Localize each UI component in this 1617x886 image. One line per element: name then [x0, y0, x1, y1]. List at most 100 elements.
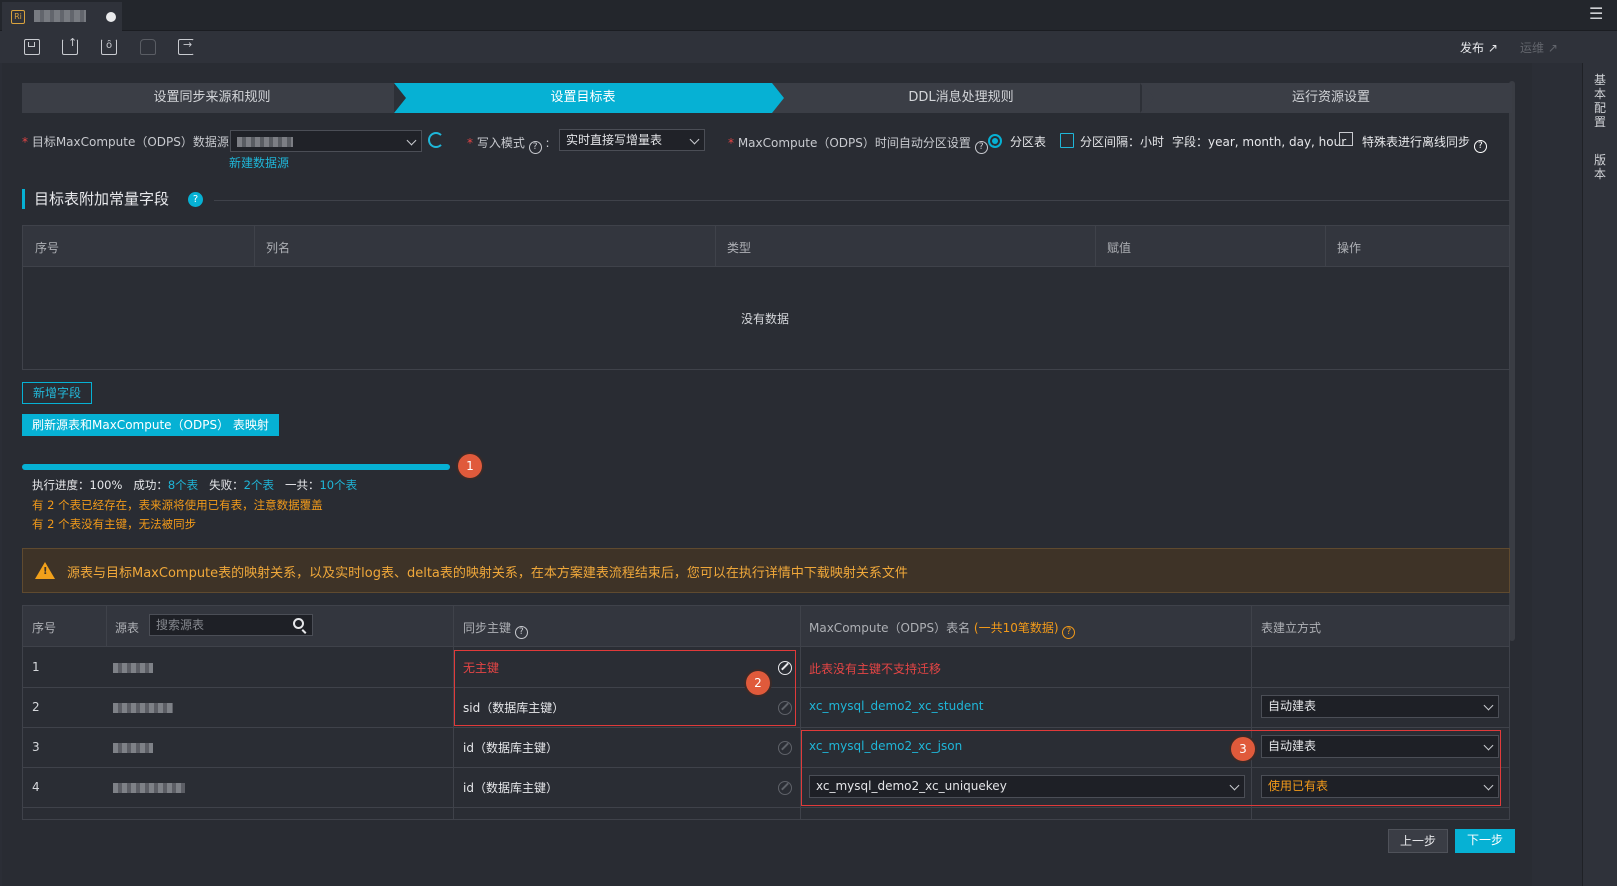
partition-fields: 字段：year, month, day, hour [1172, 135, 1347, 149]
info-alert: ! 源表与目标MaxCompute表的映射关系，以及实时log表、delta表的… [22, 548, 1510, 593]
datasource-value-blurred [237, 136, 293, 147]
col-name: 列名 [266, 241, 291, 255]
step-divider [772, 83, 784, 113]
help-icon[interactable]: ? [188, 192, 203, 207]
col-value: 赋值 [1107, 241, 1132, 255]
col-index: 序号 [32, 621, 57, 635]
save-icon[interactable] [24, 39, 40, 55]
partition-option-label: 分区表 [1010, 135, 1047, 149]
submit-icon[interactable]: ↑ [62, 36, 78, 55]
partition-label: * MaxCompute（ODPS）时间自动分区设置 ? : [728, 136, 996, 154]
success-count[interactable]: 8个表 [168, 478, 198, 492]
step-2[interactable]: 设置目标表 [394, 83, 772, 113]
const-fields-table: 序号 列名 类型 赋值 操作 没有数据 [22, 225, 1510, 370]
refresh-icon[interactable] [428, 132, 444, 148]
app-logo-icon: Ri [11, 10, 25, 24]
source-table-blurred [113, 700, 173, 714]
export-icon[interactable]: → [178, 38, 194, 55]
fail-count[interactable]: 2个表 [244, 478, 274, 492]
lock-icon [140, 39, 156, 55]
rail-basic-config[interactable]: 基本配置 [1594, 73, 1608, 129]
warning-icon: ! [35, 562, 55, 579]
chevron-down-icon [1483, 700, 1494, 711]
partition-radio[interactable] [988, 134, 1002, 148]
callout-2: 2 [746, 671, 770, 695]
chevron-down-icon [406, 135, 417, 146]
help-icon: ? [974, 141, 988, 154]
progress-bar [22, 464, 450, 470]
col-type: 类型 [727, 241, 752, 255]
special-sync-checkbox[interactable] [1339, 132, 1353, 146]
help-icon: ? [514, 626, 528, 639]
row-index: 2 [32, 700, 40, 714]
toolbar: ↑ ȏ → 发布 ↗ 运维 ↗ [0, 31, 1617, 63]
new-datasource-link[interactable]: 新建数据源 [229, 154, 289, 171]
pk-value: id（数据库主键） [463, 741, 558, 755]
step-3[interactable]: DDL消息处理规则 [772, 83, 1150, 113]
write-mode-label: * 写入模式 ? : [467, 136, 550, 154]
unsaved-dot-icon[interactable] [106, 12, 116, 22]
mapping-table: 序号 源表 搜索源表 同步主键 ? MaxCompute（ODPS）表名 (一共… [22, 605, 1510, 820]
col-source: 源表 [115, 621, 140, 635]
source-table-blurred [113, 780, 185, 794]
source-search-input[interactable]: 搜索源表 [149, 614, 313, 636]
progress-fill [22, 464, 450, 470]
target-table-link[interactable]: xc_mysql_demo2_xc_student [809, 699, 984, 713]
row-index: 3 [32, 740, 40, 754]
step-1[interactable]: 设置同步来源和规则 [22, 83, 402, 113]
source-table-blurred [113, 660, 153, 674]
warning-no-pk: 有 2 个表没有主键，无法被同步 [32, 517, 197, 531]
special-sync-label: 特殊表进行离线同步 ? [1362, 133, 1487, 153]
datasource-select[interactable] [230, 130, 422, 152]
next-button[interactable]: 下一步 [1455, 829, 1515, 853]
target-table: 此表没有主键不支持迁移 [809, 662, 942, 676]
tab-bar: Ri ☰ [0, 0, 1617, 31]
step-4[interactable]: 运行资源设置 [1150, 83, 1512, 113]
menu-icon[interactable]: ☰ [1589, 6, 1603, 22]
col-target: MaxCompute（ODPS）表名 (一共10笔数据) ? [809, 619, 1076, 639]
search-icon[interactable] [293, 618, 304, 629]
prev-button[interactable]: 上一步 [1388, 829, 1448, 853]
total-count[interactable]: 10个表 [319, 478, 357, 492]
rail-version[interactable]: 版本 [1594, 153, 1608, 181]
table-header: 序号 源表 搜索源表 同步主键 ? MaxCompute（ODPS）表名 (一共… [23, 606, 1509, 647]
col-action: 操作 [1337, 241, 1362, 255]
step-wizard: 设置同步来源和规则 设置目标表 DDL消息处理规则 运行资源设置 [22, 83, 1512, 113]
help-icon: ? [1062, 626, 1076, 639]
col-mode: 表建立方式 [1261, 621, 1322, 635]
row-index: 1 [32, 660, 40, 674]
calendar-icon[interactable] [1060, 133, 1074, 148]
source-table-blurred [113, 740, 153, 754]
download-icon[interactable]: ȏ [101, 39, 117, 55]
pk-value: id（数据库主键） [463, 781, 558, 795]
create-mode-select[interactable]: 自动建表 [1261, 695, 1499, 718]
callout-1: 1 [458, 454, 482, 478]
progress-stats: 执行进度：100% 成功：8个表 失败：2个表 一共：10个表 [32, 478, 358, 492]
callout-3: 3 [1231, 737, 1255, 761]
chevron-down-icon [689, 134, 700, 145]
file-tab[interactable]: Ri [2, 2, 122, 31]
step-divider [1142, 83, 1154, 113]
edit-icon[interactable] [778, 741, 792, 755]
row-index: 4 [32, 780, 40, 794]
col-index: 序号 [35, 241, 60, 255]
table-header: 序号 列名 类型 赋值 操作 [23, 226, 1509, 267]
write-mode-select[interactable]: 实时直接写增量表 [559, 129, 705, 151]
publish-button[interactable]: 发布 ↗ [1460, 39, 1498, 56]
refresh-mapping-button[interactable]: 刷新源表和MaxCompute（ODPS） 表映射 [22, 414, 279, 436]
edit-icon[interactable] [778, 781, 792, 795]
step-divider [394, 83, 406, 113]
col-pk: 同步主键 ? [463, 619, 528, 639]
warning-existing-tables: 有 2 个表已经存在，表来源将使用已有表，注意数据覆盖 [32, 498, 323, 512]
section-title: 目标表附加常量字段 [22, 189, 169, 209]
add-field-button[interactable]: 新增字段 [22, 382, 93, 404]
help-icon: ? [1473, 140, 1487, 153]
partition-interval: 分区间隔：小时 [1080, 135, 1165, 149]
datasource-label: * 目标MaxCompute（ODPS）数据源: [22, 135, 233, 149]
right-rail: 基本配置 版本 [1582, 63, 1617, 886]
main-panel: 设置同步来源和规则 设置目标表 DDL消息处理规则 运行资源设置 * 目标Max… [2, 63, 1532, 886]
ops-button: 运维 ↗ [1520, 41, 1558, 55]
alert-text: 源表与目标MaxCompute表的映射关系，以及实时log表、delta表的映射… [67, 566, 908, 581]
help-icon: ? [528, 141, 542, 154]
highlight-box-target [801, 730, 1501, 806]
